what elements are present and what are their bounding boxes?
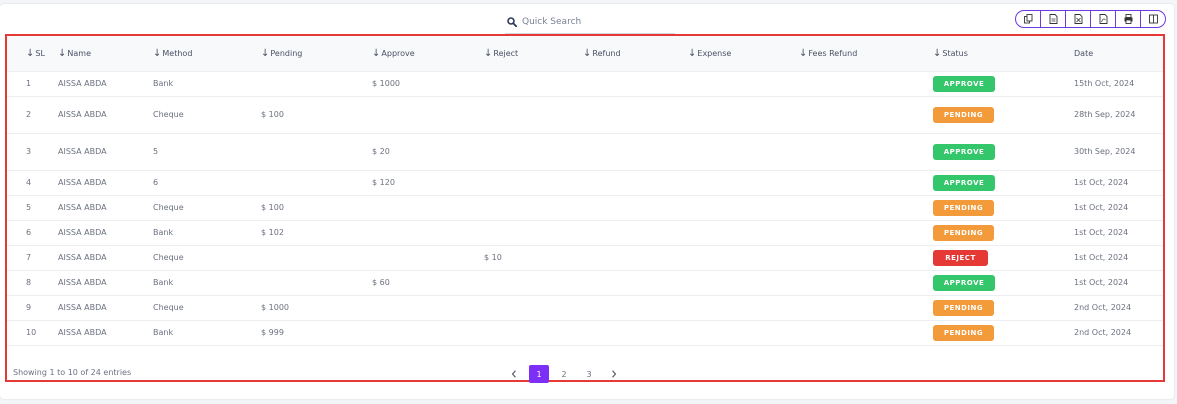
chevron-right-icon <box>612 370 617 378</box>
print-icon <box>1124 14 1132 24</box>
columns-button[interactable] <box>1140 11 1165 27</box>
entries-info: Showing 1 to 10 of 24 entries <box>13 368 132 377</box>
copy-icon <box>1023 14 1032 24</box>
export-toolbar <box>1015 10 1166 28</box>
excel-button[interactable] <box>1065 11 1090 27</box>
page-button-3[interactable]: 3 <box>579 365 599 383</box>
quick-search <box>505 10 675 34</box>
pdf-button[interactable] <box>1090 11 1115 27</box>
page-button-2[interactable]: 2 <box>554 365 574 383</box>
search-icon <box>507 16 517 27</box>
columns-icon <box>1148 14 1158 24</box>
previous-page-button[interactable] <box>504 365 524 383</box>
page-button-1[interactable]: 1 <box>529 365 549 383</box>
copy-button[interactable] <box>1016 11 1040 27</box>
csv-icon <box>1049 14 1057 24</box>
search-input[interactable] <box>522 16 672 27</box>
next-page-button[interactable] <box>604 365 624 383</box>
print-button[interactable] <box>1115 11 1140 27</box>
excel-icon <box>1074 14 1082 24</box>
csv-button[interactable] <box>1040 11 1065 27</box>
pdf-icon <box>1099 14 1107 24</box>
pagination: 1 2 3 <box>504 365 629 383</box>
chevron-left-icon <box>511 370 516 378</box>
highlight-frame <box>5 34 1165 382</box>
